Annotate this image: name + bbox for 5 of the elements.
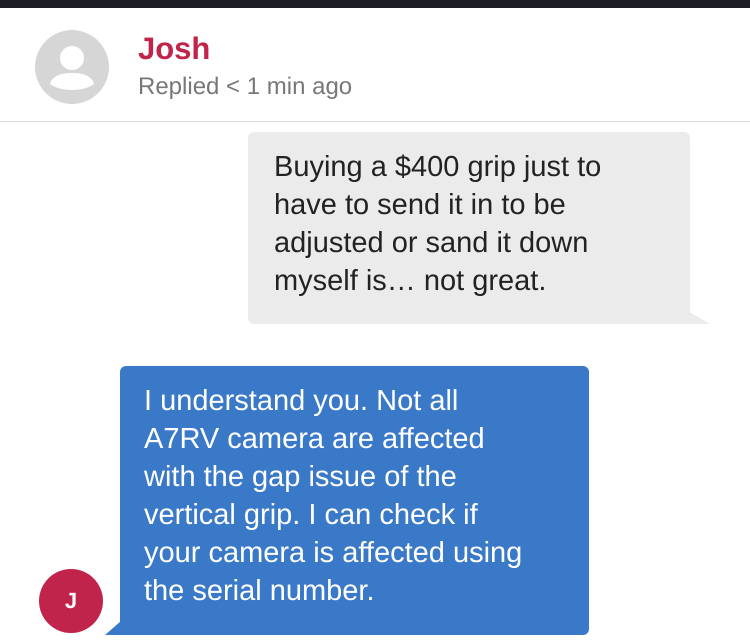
reply-status: Replied < 1 min ago (138, 72, 352, 102)
contact-name: Josh (138, 31, 212, 67)
avatar-icon (35, 30, 109, 104)
bubble-tail (105, 621, 121, 635)
avatar-initial: J (39, 569, 103, 633)
